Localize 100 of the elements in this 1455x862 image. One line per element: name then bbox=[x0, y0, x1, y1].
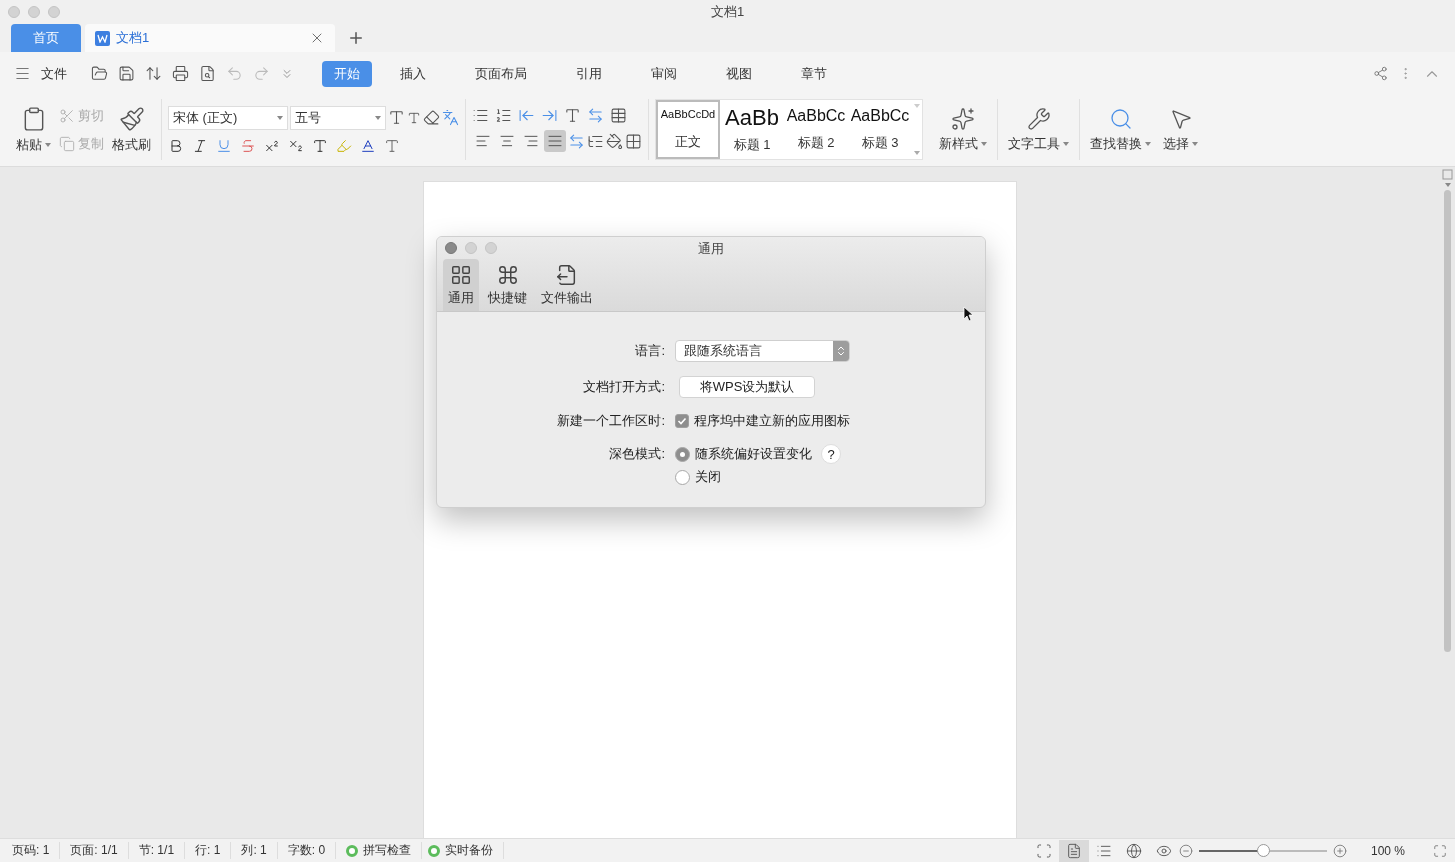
strikethrough-icon[interactable] bbox=[240, 137, 256, 154]
window-title: 文档1 bbox=[710, 3, 745, 21]
eraser-icon[interactable] bbox=[423, 109, 440, 126]
field-label: 新建一个工作区时: bbox=[556, 412, 665, 430]
dialog-title: 通用 bbox=[698, 240, 724, 258]
folder-icon[interactable] bbox=[91, 65, 108, 82]
printer-icon[interactable] bbox=[172, 65, 189, 82]
ribbon-tab[interactable]: 审阅 bbox=[639, 60, 689, 87]
stepper-icon bbox=[835, 345, 847, 357]
style-option[interactable]: AaBbCc 标题 2 bbox=[784, 100, 848, 159]
view-button[interactable] bbox=[1058, 839, 1089, 862]
zoom-thumb[interactable] bbox=[1256, 843, 1270, 857]
table-icon[interactable] bbox=[610, 107, 627, 124]
decrease-indent-icon[interactable] bbox=[518, 107, 535, 124]
align-center-icon bbox=[499, 133, 515, 149]
ribbon-tab[interactable]: 章节 bbox=[789, 60, 839, 87]
radio-button[interactable] bbox=[675, 446, 690, 462]
tool-button[interactable]: 选择 bbox=[1159, 106, 1202, 153]
search-icon bbox=[1108, 106, 1133, 131]
status-toggle[interactable]: 拼写检查 bbox=[346, 842, 423, 859]
preferences-tab[interactable]: 快捷键 bbox=[483, 259, 532, 311]
set-default-button[interactable]: 将WPS设为默认 bbox=[679, 376, 815, 398]
style-option[interactable]: AaBbCcDd 正文 bbox=[656, 100, 720, 159]
focus-icon bbox=[1035, 842, 1052, 859]
file-menu[interactable]: 文件 bbox=[41, 64, 67, 83]
caret-icon bbox=[981, 141, 987, 146]
zoom-in-icon[interactable] bbox=[1332, 843, 1347, 858]
ribbon-tab[interactable]: 插入 bbox=[388, 60, 438, 87]
alignment-button[interactable] bbox=[544, 130, 566, 152]
radio-button[interactable] bbox=[675, 469, 690, 485]
command-icon bbox=[496, 263, 519, 286]
paintbrush-icon bbox=[118, 105, 145, 132]
caret-icon bbox=[914, 151, 920, 155]
bold-icon[interactable] bbox=[168, 137, 184, 154]
scissors-icon bbox=[59, 107, 75, 124]
copy-icon bbox=[59, 135, 75, 152]
status-item: 行: 1 bbox=[195, 842, 232, 859]
checkbox[interactable] bbox=[675, 414, 689, 428]
document-tab[interactable]: 文档1 bbox=[85, 24, 335, 52]
status-toggle[interactable]: 实时备份 bbox=[428, 842, 505, 859]
ribbon-tab[interactable]: 页面布局 bbox=[463, 60, 539, 87]
ribbon-tab[interactable]: 视图 bbox=[714, 60, 764, 87]
new-tab-icon[interactable] bbox=[347, 29, 365, 47]
tool-button[interactable]: 查找替换 bbox=[1086, 106, 1155, 153]
web-view-icon bbox=[1125, 842, 1142, 859]
grid-icon bbox=[450, 263, 472, 286]
caret-icon bbox=[914, 104, 920, 108]
field-label: 文档打开方式: bbox=[582, 378, 665, 396]
status-item: 页面: 1/1 bbox=[70, 842, 129, 859]
tool-button[interactable]: 文字工具 bbox=[1004, 106, 1073, 153]
caret-icon bbox=[277, 115, 283, 120]
print-preview-icon[interactable] bbox=[199, 65, 216, 82]
ribbon-tab[interactable]: 引用 bbox=[564, 60, 614, 87]
caret-icon bbox=[1192, 141, 1198, 146]
caret-icon bbox=[1063, 141, 1069, 146]
preferences-tab[interactable]: 文件输出 bbox=[536, 259, 598, 311]
format-painter-button[interactable]: 格式刷 bbox=[108, 105, 155, 154]
style-option[interactable]: AaBb 标题 1 bbox=[720, 100, 784, 159]
status-item: 字数: 0 bbox=[287, 842, 337, 859]
menu-icon[interactable] bbox=[14, 65, 31, 82]
field-label: 语言: bbox=[634, 342, 665, 360]
close-window-button[interactable] bbox=[445, 242, 457, 254]
page-thumbnail-icon[interactable] bbox=[1442, 169, 1453, 180]
italic-icon[interactable] bbox=[192, 137, 208, 154]
underline-icon[interactable] bbox=[216, 137, 232, 154]
numbering-icon[interactable] bbox=[495, 107, 512, 124]
file-export-icon bbox=[556, 263, 578, 286]
align-left-icon bbox=[475, 133, 491, 149]
share-icon[interactable] bbox=[1373, 66, 1388, 81]
wrench-icon bbox=[1026, 106, 1051, 131]
font-family-field[interactable]: 宋体 (正文) bbox=[168, 105, 288, 130]
tool-button[interactable]: 新样式 bbox=[935, 106, 991, 153]
paste-button[interactable]: 粘贴 bbox=[12, 105, 55, 154]
borders-icon[interactable] bbox=[625, 132, 642, 150]
increase-indent-icon[interactable] bbox=[541, 107, 558, 124]
caret-icon bbox=[375, 115, 381, 120]
document-icon bbox=[95, 30, 110, 46]
help-button[interactable]: ? bbox=[821, 444, 841, 464]
caret-icon bbox=[45, 142, 51, 147]
caret-icon bbox=[1444, 183, 1451, 187]
mouse-cursor-icon bbox=[963, 306, 974, 322]
style-option[interactable]: AaBbCc 标题 3 bbox=[848, 100, 912, 159]
check-icon bbox=[677, 416, 687, 426]
checkbox-label: 程序坞中建立新的应用图标 bbox=[694, 412, 850, 430]
font-size-field[interactable]: 五号 bbox=[290, 105, 386, 130]
zoom-reading: 100 % bbox=[1370, 843, 1405, 858]
field-label: 深色模式: bbox=[608, 445, 665, 463]
radio-label: 随系统偏好设置变化 bbox=[695, 445, 812, 463]
language-select[interactable]: 跟随系统语言 bbox=[675, 340, 850, 362]
font-color-icon[interactable] bbox=[360, 137, 376, 154]
status-item: 列: 1 bbox=[241, 842, 278, 859]
fullscreen-icon[interactable] bbox=[1433, 843, 1447, 858]
radio-label: 关闭 bbox=[695, 468, 721, 486]
status-item: 页码: 1 bbox=[12, 842, 61, 859]
zoom-out-icon[interactable] bbox=[1178, 843, 1193, 858]
preferences-tab[interactable]: 通用 bbox=[443, 259, 479, 311]
page-view-icon bbox=[1065, 842, 1082, 859]
save-icon[interactable] bbox=[118, 65, 135, 82]
bullets-icon[interactable] bbox=[472, 107, 489, 124]
shading-icon[interactable] bbox=[606, 132, 623, 150]
